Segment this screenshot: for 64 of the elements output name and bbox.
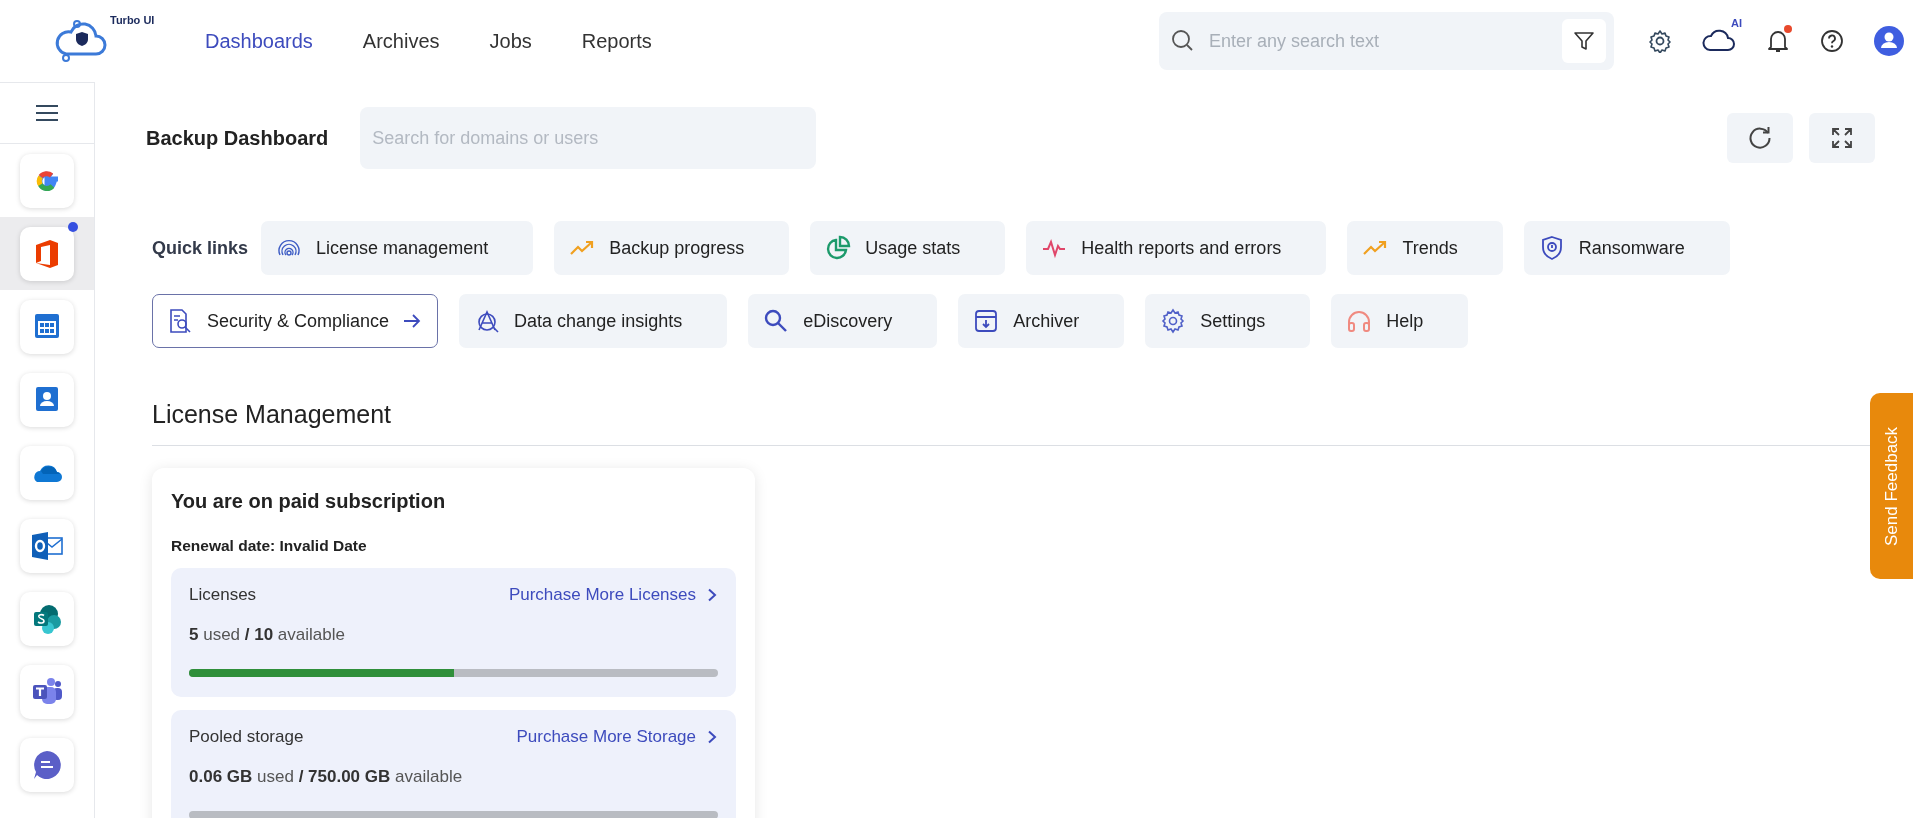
- app-button[interactable]: [20, 226, 74, 281]
- quick-link[interactable]: Trends: [1347, 221, 1503, 275]
- search-bar[interactable]: Enter any search text: [1159, 12, 1614, 70]
- nav-tab[interactable]: Jobs: [489, 29, 532, 53]
- nav-tab[interactable]: Reports: [581, 29, 652, 53]
- purchase-link[interactable]: Purchase More Licenses: [508, 585, 718, 605]
- page-title: Backup Dashboard: [146, 126, 329, 150]
- usage-text: 0.06 GB used / 750.00 GB available: [189, 767, 464, 787]
- filter-icon: [1572, 29, 1596, 53]
- search-icon: [1171, 29, 1195, 53]
- quick-link[interactable]: Archiver: [958, 294, 1125, 348]
- quick-link[interactable]: Settings: [1145, 294, 1311, 348]
- quick-link[interactable]: Data change insights: [459, 294, 728, 348]
- panel-title: Pooled storage: [189, 727, 304, 747]
- app-button[interactable]: [20, 299, 74, 354]
- filter-button[interactable]: [1562, 19, 1606, 63]
- usage-text: 5 used / 10 available: [189, 625, 346, 645]
- purchase-link[interactable]: Purchase More Storage: [516, 727, 718, 747]
- renewal-date: Renewal date: Invalid Date: [171, 537, 368, 555]
- app-button[interactable]: [20, 153, 74, 208]
- quick-link[interactable]: License management: [261, 221, 534, 275]
- quick-link[interactable]: eDiscovery: [748, 294, 938, 348]
- search-field[interactable]: Enter any search text: [1207, 29, 1550, 53]
- chevron-right-icon: [706, 588, 718, 602]
- logo-text: Turbo UI: [110, 14, 155, 26]
- chevron-right-icon: [706, 730, 718, 744]
- quick-link[interactable]: Help: [1331, 294, 1469, 348]
- user-avatar-icon[interactable]: [1874, 26, 1904, 56]
- quick-link-icon: [825, 235, 852, 261]
- search-field[interactable]: Search for domains or users: [360, 107, 817, 169]
- app-button[interactable]: [20, 664, 74, 719]
- panel-title: Licenses: [189, 585, 257, 605]
- bell-icon[interactable]: [1766, 28, 1790, 54]
- quick-link-icon: [1160, 308, 1187, 334]
- menu-icon[interactable]: [35, 104, 59, 122]
- app-button[interactable]: [20, 737, 74, 792]
- app-button[interactable]: [20, 591, 74, 646]
- app-button[interactable]: [20, 372, 74, 427]
- section-title: License Management: [152, 400, 393, 429]
- cloud-icon[interactable]: [1702, 29, 1736, 53]
- expand-icon: [1830, 126, 1854, 150]
- settings-icon[interactable]: [1648, 29, 1672, 53]
- card-title: You are on paid subscription: [171, 490, 447, 513]
- quick-link[interactable]: Ransomware: [1523, 221, 1730, 275]
- help-icon[interactable]: [1820, 29, 1844, 53]
- quick-links-label: Quick links: [152, 237, 249, 259]
- quick-link[interactable]: Usage stats: [810, 221, 1006, 275]
- quick-link-icon: [973, 308, 1000, 334]
- quick-link[interactable]: Security & Compliance: [152, 294, 439, 348]
- nav-tab[interactable]: Dashboards: [205, 29, 313, 53]
- nav-tab[interactable]: Archives: [362, 29, 440, 53]
- app-button[interactable]: [20, 518, 74, 573]
- sidebar-item[interactable]: [0, 217, 94, 290]
- quick-link-icon: [1346, 308, 1373, 334]
- mail-app-icon: [30, 529, 64, 562]
- quick-link[interactable]: Health reports and errors: [1026, 221, 1327, 275]
- app-button[interactable]: [20, 445, 74, 500]
- refresh-icon: [1747, 125, 1773, 151]
- ai-label: AI: [1731, 17, 1742, 29]
- fullscreen-button[interactable]: [1809, 113, 1875, 163]
- refresh-button[interactable]: [1727, 113, 1793, 163]
- quick-link-icon: [167, 308, 193, 334]
- arrow-right-icon: [403, 313, 422, 329]
- quick-link[interactable]: Backup progress: [554, 221, 790, 275]
